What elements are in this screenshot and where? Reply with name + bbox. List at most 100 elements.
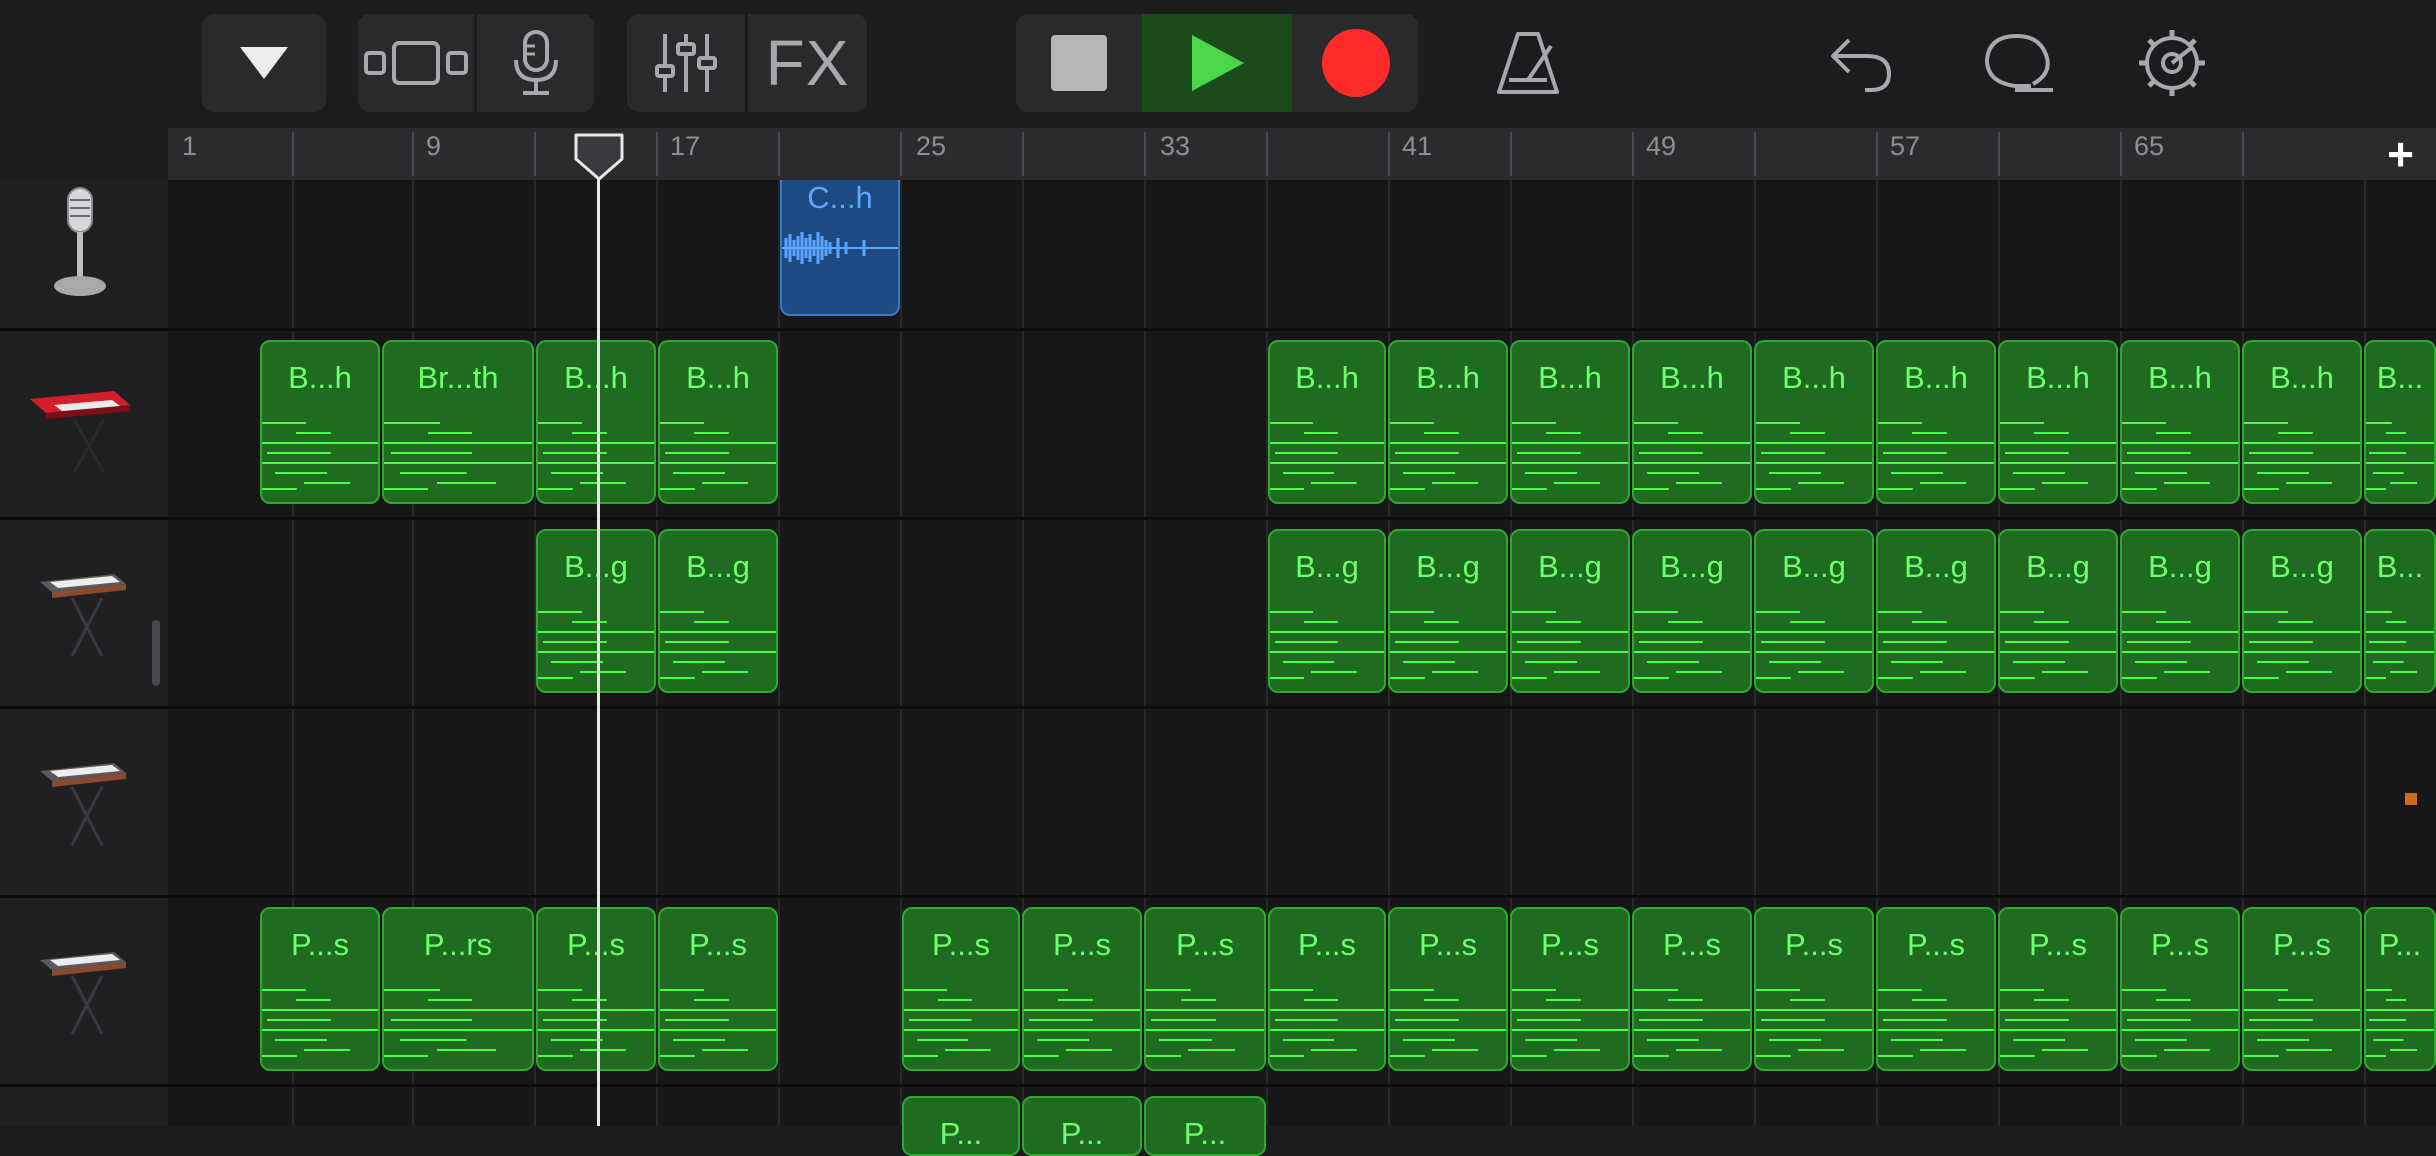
loop-browser-button[interactable] xyxy=(1975,14,2061,112)
midi-region[interactable]: P...s xyxy=(1510,907,1630,1071)
track-header-audio[interactable] xyxy=(0,180,168,328)
record-button[interactable] xyxy=(1294,14,1418,112)
add-section-button[interactable]: + xyxy=(2365,128,2436,180)
midi-region[interactable]: B...h xyxy=(260,340,380,504)
ruler-tick xyxy=(1022,132,1024,176)
region-name: B...g xyxy=(1416,549,1480,584)
bar-number: 1 xyxy=(182,131,198,161)
settings-button[interactable] xyxy=(2130,14,2214,112)
region-name: P...s xyxy=(566,927,626,962)
midi-region[interactable]: B...h xyxy=(2242,340,2362,504)
midi-region[interactable]: B...h xyxy=(1754,340,1874,504)
bar-number: 49 xyxy=(1646,131,1677,161)
midi-region[interactable]: P...s xyxy=(902,907,1020,1071)
playhead-line[interactable] xyxy=(597,150,600,1126)
track-header-synth[interactable] xyxy=(0,331,168,517)
midi-region[interactable]: P...s xyxy=(1754,907,1874,1071)
midi-region[interactable]: P...s xyxy=(260,907,380,1071)
audio-region[interactable]: C...h xyxy=(780,180,900,316)
track-list-scroll-indicator[interactable] xyxy=(152,620,160,686)
midi-notes xyxy=(1756,418,1872,492)
midi-region[interactable]: B...g xyxy=(1632,529,1752,693)
midi-notes xyxy=(1270,985,1384,1059)
midi-notes xyxy=(1756,607,1872,681)
browser-menu-button[interactable] xyxy=(202,14,326,112)
midi-region[interactable]: P... xyxy=(2364,907,2436,1071)
midi-region[interactable]: B...g xyxy=(1998,529,2118,693)
sliders-icon xyxy=(655,34,717,92)
mixer-button[interactable] xyxy=(627,14,745,112)
midi-region[interactable]: Br...th xyxy=(382,340,534,504)
midi-notes xyxy=(2000,418,2116,492)
midi-region[interactable]: P...s xyxy=(536,907,656,1071)
tracks-view-button[interactable] xyxy=(358,14,474,112)
microphone-icon xyxy=(513,30,558,95)
midi-region[interactable]: B...h xyxy=(1632,340,1752,504)
midi-region[interactable]: B...h xyxy=(1998,340,2118,504)
midi-region[interactable]: B... xyxy=(2364,529,2436,693)
midi-region[interactable]: B...g xyxy=(536,529,656,693)
midi-region[interactable]: P...s xyxy=(2242,907,2362,1071)
track-header-keyboard-2[interactable] xyxy=(0,520,168,706)
region-name: B...g xyxy=(1904,549,1968,584)
midi-region[interactable]: P...s xyxy=(2120,907,2240,1071)
midi-region[interactable]: P...rs xyxy=(382,907,534,1071)
keyboard-stand-icon xyxy=(40,763,126,846)
midi-region[interactable]: P... xyxy=(902,1096,1020,1156)
midi-notes xyxy=(1634,607,1750,681)
track-header-keyboard-3[interactable] xyxy=(0,709,168,895)
midi-region[interactable]: B...g xyxy=(1876,529,1996,693)
region-marker xyxy=(2405,793,2417,805)
fx-label: FX xyxy=(765,27,850,99)
timeline-ruler[interactable]: 1 9 17 25 33 41 49 57 65 xyxy=(168,128,2436,180)
microphone-icon xyxy=(54,187,106,296)
region-name: P...s xyxy=(688,927,748,962)
track-lane-keyboard-5[interactable] xyxy=(168,1087,2436,1126)
midi-region[interactable]: B...h xyxy=(1268,340,1386,504)
midi-region[interactable]: P...s xyxy=(1144,907,1266,1071)
midi-region[interactable]: P...s xyxy=(1998,907,2118,1071)
midi-region[interactable]: P...s xyxy=(658,907,778,1071)
midi-region[interactable]: B... xyxy=(2364,340,2436,504)
region-name: B...g xyxy=(2148,549,2212,584)
midi-region[interactable]: P...s xyxy=(1268,907,1386,1071)
bar-number: 65 xyxy=(2134,131,2165,161)
midi-region[interactable]: P...s xyxy=(1388,907,1508,1071)
midi-region[interactable]: B...h xyxy=(1876,340,1996,504)
midi-region[interactable]: B...g xyxy=(1754,529,1874,693)
track-lane-keyboard-3[interactable] xyxy=(168,709,2436,895)
play-button[interactable] xyxy=(1142,14,1292,112)
midi-region[interactable]: B...h xyxy=(658,340,778,504)
midi-region[interactable]: B...g xyxy=(2242,529,2362,693)
midi-region[interactable]: P...s xyxy=(1632,907,1752,1071)
midi-region[interactable]: B...g xyxy=(1510,529,1630,693)
metronome-button[interactable] xyxy=(1488,14,1568,112)
midi-region[interactable]: B...g xyxy=(658,529,778,693)
playhead-handle-icon[interactable] xyxy=(574,133,624,181)
midi-notes xyxy=(2244,985,2360,1059)
ruler-corner xyxy=(0,128,168,180)
region-name: P... xyxy=(1183,1116,1227,1151)
fx-button[interactable]: FX xyxy=(748,14,867,112)
midi-region[interactable]: P...s xyxy=(1022,907,1142,1071)
midi-region[interactable]: B...h xyxy=(1388,340,1508,504)
midi-region[interactable]: B...g xyxy=(1388,529,1508,693)
midi-region[interactable]: B...g xyxy=(1268,529,1386,693)
midi-region[interactable]: B...g xyxy=(2120,529,2240,693)
midi-region[interactable]: B...h xyxy=(1510,340,1630,504)
midi-region[interactable]: P...s xyxy=(1876,907,1996,1071)
instrument-mic-button[interactable] xyxy=(477,14,594,112)
midi-notes xyxy=(2122,418,2238,492)
midi-notes xyxy=(1634,985,1750,1059)
track-header-keyboard-4[interactable] xyxy=(0,898,168,1084)
midi-region[interactable]: P... xyxy=(1144,1096,1266,1156)
midi-notes xyxy=(1878,985,1994,1059)
undo-button[interactable] xyxy=(1820,14,1900,112)
midi-region[interactable]: P... xyxy=(1022,1096,1142,1156)
midi-region[interactable]: B...h xyxy=(2120,340,2240,504)
stop-icon xyxy=(1050,35,1107,91)
region-name: P...rs xyxy=(423,927,493,962)
stop-button[interactable] xyxy=(1016,14,1141,112)
track-lane-audio[interactable] xyxy=(168,180,2436,328)
midi-region[interactable]: B...h xyxy=(536,340,656,504)
